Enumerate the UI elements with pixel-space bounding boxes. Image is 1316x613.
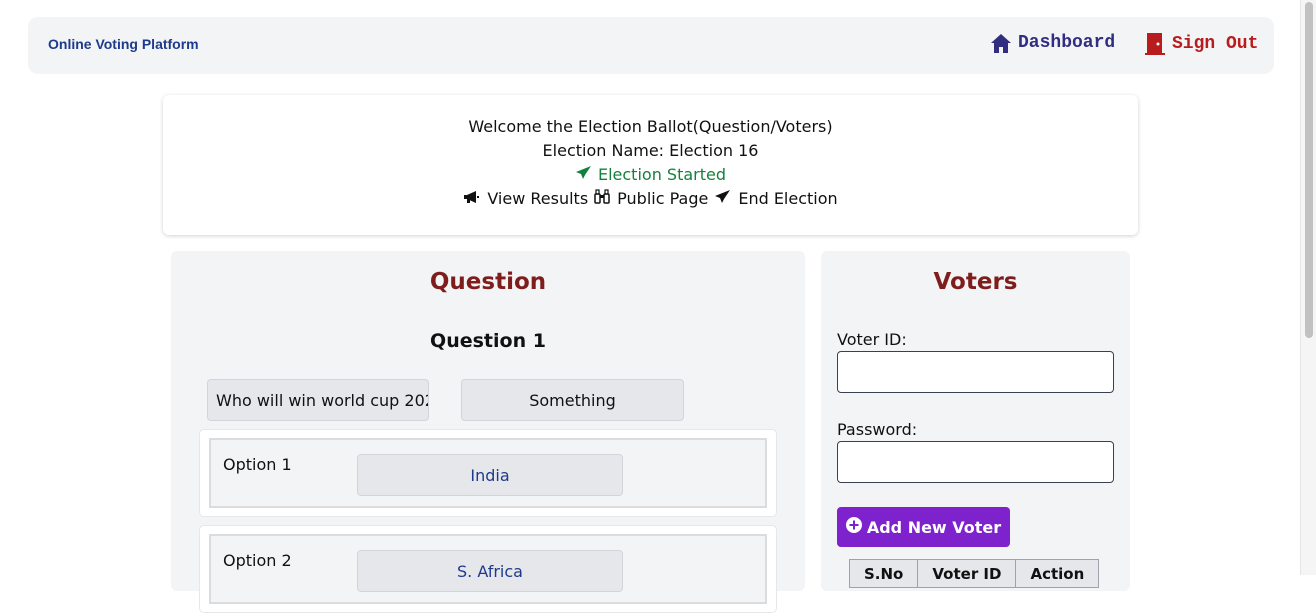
- end-election-link[interactable]: End Election: [714, 187, 838, 211]
- signout-link[interactable]: Sign Out: [1144, 32, 1258, 56]
- table-header: S.No: [848, 559, 919, 588]
- public-page-label: Public Page: [617, 189, 709, 208]
- voters-panel-title: Voters: [933, 269, 1018, 295]
- voters-panel: Voters Voter ID: Password: Add New Voter…: [821, 251, 1130, 591]
- question-panel-title: Question: [429, 269, 547, 295]
- public-page-link[interactable]: Public Page: [594, 187, 708, 211]
- scrollbar[interactable]: [1300, 0, 1316, 575]
- password-label: Password:: [837, 420, 918, 439]
- voter-id-label: Voter ID:: [837, 330, 907, 349]
- end-election-label: End Election: [738, 189, 838, 208]
- status-text: Election Started: [597, 165, 726, 184]
- election-actions: View Results Public Page End Election: [463, 187, 838, 211]
- option-label: Option 1: [223, 455, 292, 474]
- question-title-box[interactable]: Who will win world cup 2023: [207, 379, 429, 421]
- binoculars-icon: [594, 187, 610, 211]
- home-icon: [990, 32, 1012, 54]
- brand-title[interactable]: Online Voting Platform: [48, 36, 199, 52]
- view-results-label: View Results: [487, 189, 589, 208]
- add-voter-label: Add New Voter: [866, 517, 1002, 537]
- navbar: Online Voting Platform Dashboard Sign Ou…: [28, 17, 1274, 74]
- plus-circle-icon: [845, 517, 862, 537]
- view-results-link[interactable]: View Results: [463, 187, 588, 211]
- add-voter-button[interactable]: Add New Voter: [837, 507, 1010, 547]
- election-info-card: Welcome the Election Ballot(Question/Vot…: [163, 95, 1138, 235]
- option-label: Option 2: [223, 551, 292, 570]
- table-header: Voter ID: [917, 559, 1017, 588]
- election-name: Election Name: Election 16: [542, 141, 759, 160]
- signout-label: Sign Out: [1172, 34, 1259, 54]
- welcome-text: Welcome the Election Ballot(Question/Vot…: [468, 117, 833, 136]
- paper-plane-icon: [575, 163, 592, 187]
- option-card: Option 1 India: [199, 429, 777, 517]
- megaphone-icon: [463, 187, 480, 211]
- table-header: Action: [1015, 559, 1100, 588]
- option-value-button[interactable]: S. Africa: [357, 550, 623, 592]
- voter-id-input[interactable]: [837, 351, 1114, 393]
- status-badge: Election Started: [575, 163, 726, 187]
- voters-table: S.No Voter ID Action: [848, 559, 1100, 588]
- option-value-button[interactable]: India: [357, 454, 623, 496]
- question-number: Question 1: [430, 330, 546, 352]
- scrollbar-thumb[interactable]: [1305, 2, 1313, 338]
- password-input[interactable]: [837, 441, 1114, 483]
- door-icon: [1144, 32, 1166, 56]
- paper-plane-icon: [714, 187, 731, 211]
- dashboard-label: Dashboard: [1018, 33, 1116, 53]
- question-panel: Question Question 1 Who will win world c…: [171, 251, 805, 613]
- dashboard-link[interactable]: Dashboard: [990, 32, 1115, 54]
- question-description-box[interactable]: Something: [461, 379, 684, 421]
- option-card: Option 2 S. Africa: [199, 525, 777, 613]
